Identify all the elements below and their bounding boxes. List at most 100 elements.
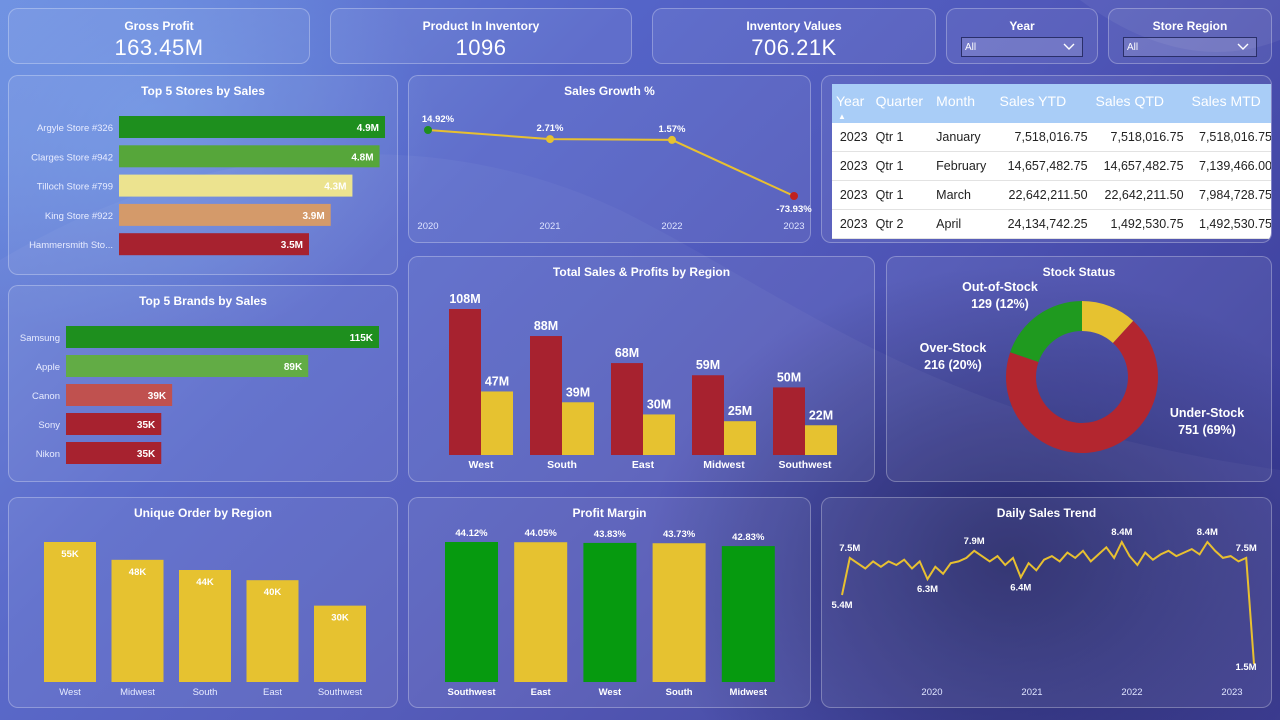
sort-ascending-icon: ▲ [838,112,846,121]
category-label: King Store #922 [45,211,113,222]
chevron-down-icon [1063,43,1075,50]
unique-order-card: Unique Order by Region 55K West 48K Midwest… [8,497,398,708]
bar [643,414,675,455]
data-label: 68M [615,346,639,360]
column-header-year[interactable]: Year ▲ [832,84,872,123]
bar [66,355,309,377]
cell-quarter: Qtr 1 [871,151,933,181]
cell-quarter: Qtr 1 [871,123,933,152]
data-point [546,135,554,144]
cell-sales-qtd: 14,657,482.75 [1091,151,1188,181]
category-label: West [59,687,81,698]
bar [449,309,481,455]
category-label: Southwest [447,687,496,698]
column-header-sales-ytd[interactable]: Sales YTD [995,84,1092,123]
category-label: Samsung [20,333,60,344]
category-label: Apple [36,362,60,373]
table-row: 2023 Qtr 2 April 24,134,742.25 1,492,530… [832,209,1271,239]
slice-category-label: Under-Stock [1170,406,1244,420]
bar [530,336,562,455]
data-label: 40K [264,587,282,598]
store-region-slicer: Store Region All [1108,8,1272,64]
cell-month: March [932,180,996,210]
region-sales-card: Total Sales & Profits by Region 108M 47M W… [408,256,875,482]
data-label: 89K [284,362,303,373]
data-label: 44K [196,577,214,588]
data-label: 4.9M [357,123,379,134]
cell-sales-qtd: 22,642,211.50 [1091,180,1188,210]
top-brands-card: Top 5 Brands by Sales Samsung 115K Apple 89… [8,285,398,482]
kpi-label: Gross Profit [124,19,194,33]
cell-sales-mtd: 7,984,728.75 [1187,180,1271,210]
x-tick-label: 2020 [417,221,438,232]
data-point [668,135,676,144]
data-label: 35K [137,420,156,431]
data-label: 3.9M [302,211,324,222]
table-row: 2023 Qtr 1 March 22,642,211.50 22,642,21… [832,180,1271,210]
cell-sales-qtd: 7,518,016.75 [1091,123,1188,152]
series-line [427,129,795,197]
data-point [424,126,432,134]
cell-month: January [932,123,996,152]
bar [66,326,379,348]
data-label: 47M [485,374,509,388]
column-header-quarter[interactable]: Quarter [871,84,933,123]
category-label: West [599,687,622,698]
data-label: 4.3M [324,182,346,193]
data-label: 1.57% [659,124,686,135]
store-region-dropdown[interactable]: All [1123,37,1257,57]
x-tick-label: 2021 [539,221,560,232]
cell-year: 2023 [832,123,872,152]
top-brands-chart: Samsung 115K Apple 89K Canon 39K Sony 35K Nikon 3… [20,326,379,464]
sales-growth-chart: 14.92% 2020 2.71% 2021 1.57% 2022 -73.93% 2023 [417,114,812,232]
column-header-month[interactable]: Month [932,84,996,123]
bar [583,542,637,682]
data-label: 55K [61,549,79,560]
cell-month: April [932,209,996,239]
data-label: 35K [137,449,156,460]
column-header-sales-mtd[interactable]: Sales MTD [1187,84,1271,123]
category-label: Hammersmith Sto... [29,240,113,251]
data-label: 22M [809,408,833,422]
data-label: 115K [350,333,374,344]
cell-sales-mtd: 7,518,016.75 [1187,123,1271,152]
cell-sales-ytd: 7,518,016.75 [995,123,1092,152]
category-label: Southwest [318,687,363,698]
kpi-label: Product In Inventory [422,19,540,33]
profit-margin-chart: 44.12% Southwest 44.05% East 43.83% West 43.73… [445,528,775,698]
category-label: Southwest [778,459,832,471]
slicer-label: Year [1009,19,1035,33]
category-label: Midwest [703,459,745,471]
year-dropdown[interactable]: All [961,37,1083,57]
cell-sales-qtd: 1,492,530.75 [1091,209,1188,239]
data-label: 6.3M [917,584,938,595]
top-stores-chart: Argyle Store #326 4.9M Clarges Store #942 4… [29,116,385,256]
data-label: 5.4M [831,600,852,611]
data-label: 7.5M [1236,543,1257,554]
bar [652,543,706,682]
data-label: 25M [728,404,752,418]
x-tick-label: 2022 [1121,687,1142,698]
kpi-label: Inventory Values [746,19,842,33]
year-slicer: Year All [946,8,1098,64]
slice-value-label: 216 (20%) [924,358,982,372]
category-label: Midwest [730,687,768,698]
data-label: 50M [777,370,801,384]
data-point [790,192,798,200]
series-line [841,539,1255,665]
data-label: 2.71% [537,123,564,134]
category-label: East [632,459,655,471]
chevron-down-icon [1237,43,1249,50]
column-header-sales-qtd[interactable]: Sales QTD [1091,84,1188,123]
data-label: 1.5M [1235,662,1256,673]
bar [119,145,380,168]
category-label: Midwest [120,687,155,698]
category-label: Canon [32,391,60,402]
bar [481,391,513,455]
data-label: 44.12% [455,528,488,539]
bar [692,375,724,455]
cell-year: 2023 [832,209,872,239]
cell-sales-ytd: 22,642,211.50 [995,180,1092,210]
category-label: Nikon [36,449,60,460]
data-label: 44.05% [525,528,558,539]
